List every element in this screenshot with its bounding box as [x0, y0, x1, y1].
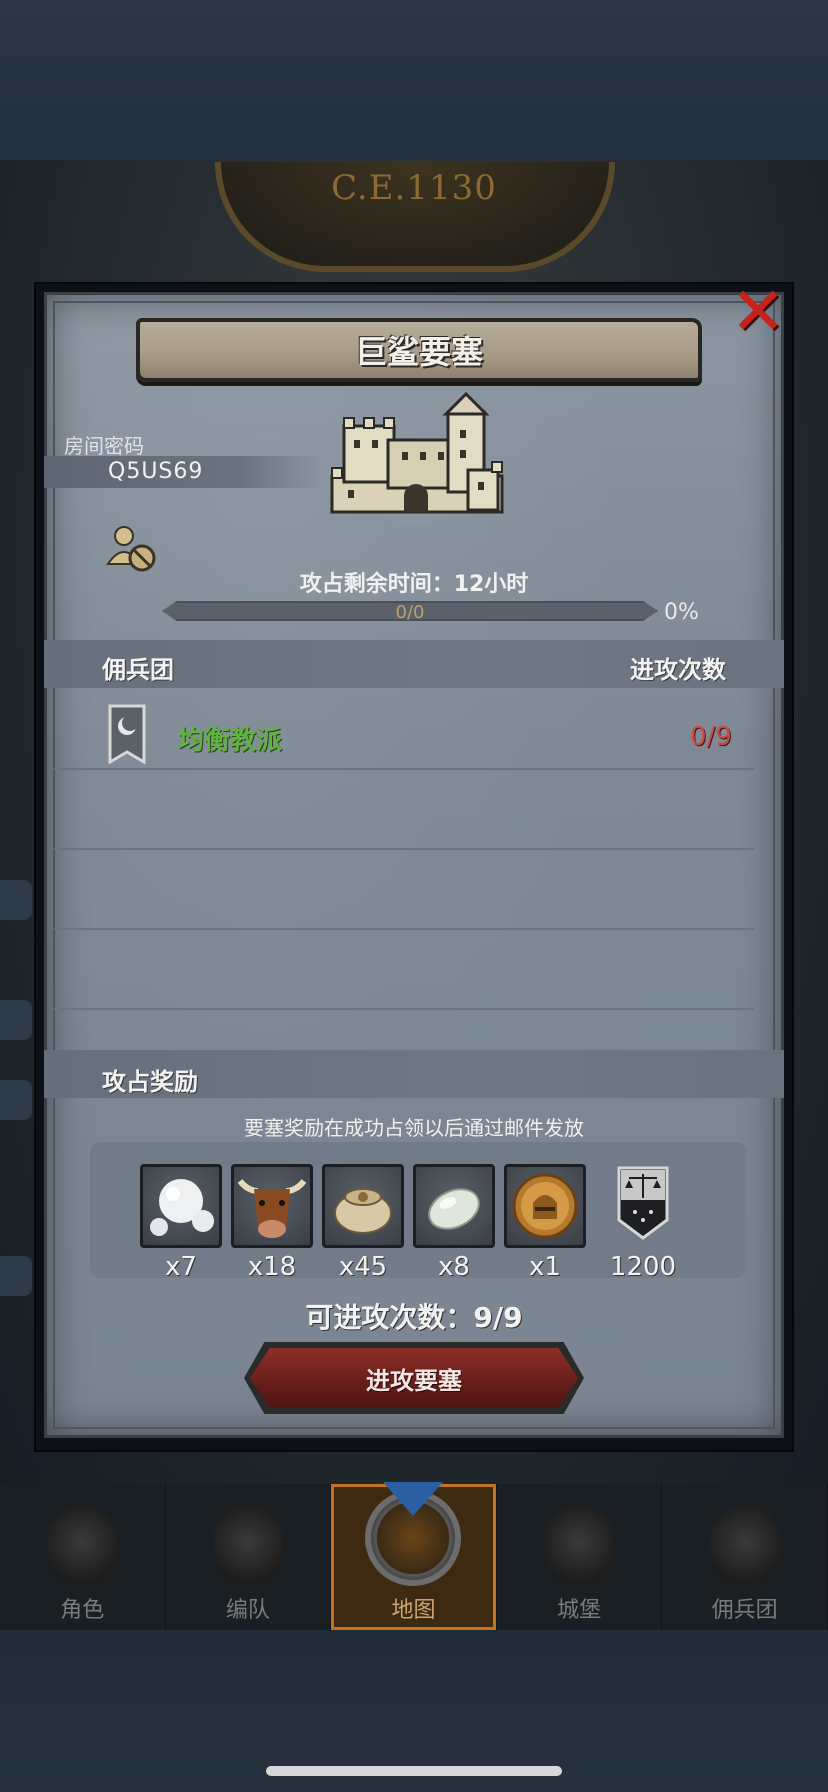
list-item [54, 770, 754, 850]
knight-medal-icon [504, 1164, 586, 1248]
dialog-title: 巨鲨要塞 [354, 333, 483, 371]
nav-item-character[interactable]: 角色 [0, 1484, 166, 1630]
nav-label: 佣兵团 [711, 1598, 778, 1623]
list-item [54, 850, 754, 930]
nav-label: 角色 [60, 1598, 105, 1623]
reward-quantity: x1 [529, 1252, 561, 1282]
nav-label: 编队 [225, 1598, 270, 1623]
mercenary-name[interactable]: 均衡教派 [178, 720, 282, 757]
armor-character-icon [47, 1506, 118, 1586]
reward-quantity: x7 [165, 1252, 197, 1282]
attack-fortress-button[interactable]: 进攻要塞 [250, 1348, 578, 1408]
fortress-castle-icon [318, 386, 514, 524]
rewards-title: 攻占奖励 [102, 1068, 198, 1096]
capture-progress-bar: 0/0 [162, 601, 658, 621]
status-bar-area [0, 0, 828, 160]
attacks-remaining: 可进攻次数：9/9 [305, 1301, 523, 1334]
title-banner: 巨鲨要塞 [136, 318, 702, 382]
home-indicator[interactable] [266, 1766, 562, 1776]
reward-item[interactable]: x8 [413, 1164, 495, 1282]
list-item[interactable] [54, 690, 754, 770]
room-code-value[interactable]: Q5US69 [108, 459, 203, 484]
nav-label: 地图 [391, 1598, 436, 1623]
guild-banner-icon [108, 704, 146, 765]
pearls-icon [140, 1164, 222, 1248]
nav-item-castle[interactable]: 城堡 [497, 1484, 663, 1630]
reward-item[interactable]: 1200 [602, 1164, 684, 1282]
chevron-down-icon [383, 1482, 444, 1516]
nav-item-map[interactable]: 地图 [331, 1482, 497, 1630]
progress-text: 0/0 [395, 602, 425, 623]
close-x-icon: ✕ [730, 273, 786, 350]
nav-item-squad[interactable]: 编队 [166, 1484, 332, 1630]
castle-icon [544, 1506, 615, 1586]
side-map-marker [0, 1256, 32, 1296]
reward-quantity: 1200 [609, 1252, 677, 1282]
reward-quantity: x8 [438, 1252, 470, 1282]
mercenary-attack-count: 0/9 [690, 722, 732, 752]
reward-item[interactable]: x7 [140, 1164, 222, 1282]
helmet-squad-icon [212, 1506, 283, 1586]
reward-quantity: x18 [247, 1252, 297, 1282]
cavalry-guild-icon [709, 1506, 780, 1586]
bottom-nav: 角色 编队 地图 城堡 佣兵团 [0, 1482, 828, 1630]
side-map-marker [0, 1000, 32, 1040]
era-label: C.E.1130 [331, 168, 497, 208]
attack-button-label: 进攻要塞 [366, 1366, 462, 1395]
reward-item[interactable]: x1 [504, 1164, 586, 1282]
close-button[interactable]: ✕ [726, 278, 790, 346]
reward-item[interactable]: x18 [231, 1164, 313, 1282]
capture-timer: 攻占剩余时间：12小时 [299, 572, 529, 597]
progress-percent: 0% [664, 600, 699, 625]
nav-item-mercenary[interactable]: 佣兵团 [662, 1484, 828, 1630]
justice-banner-icon [602, 1164, 684, 1248]
side-map-marker [0, 880, 32, 920]
rewards-note: 要塞奖励在成功占领以后通过邮件发放 [244, 1116, 584, 1140]
reward-quantity: x45 [338, 1252, 388, 1282]
list-item [54, 930, 754, 1010]
reward-item[interactable]: x45 [322, 1164, 404, 1282]
ox-head-icon [231, 1164, 313, 1248]
attack-count-column-header: 进攻次数 [630, 656, 726, 684]
moonstone-icon [413, 1164, 495, 1248]
mercenary-column-header: 佣兵团 [102, 656, 174, 684]
grain-sack-icon [322, 1164, 404, 1248]
room-code-label: 房间密码 [64, 434, 144, 458]
nav-label: 城堡 [557, 1598, 602, 1623]
